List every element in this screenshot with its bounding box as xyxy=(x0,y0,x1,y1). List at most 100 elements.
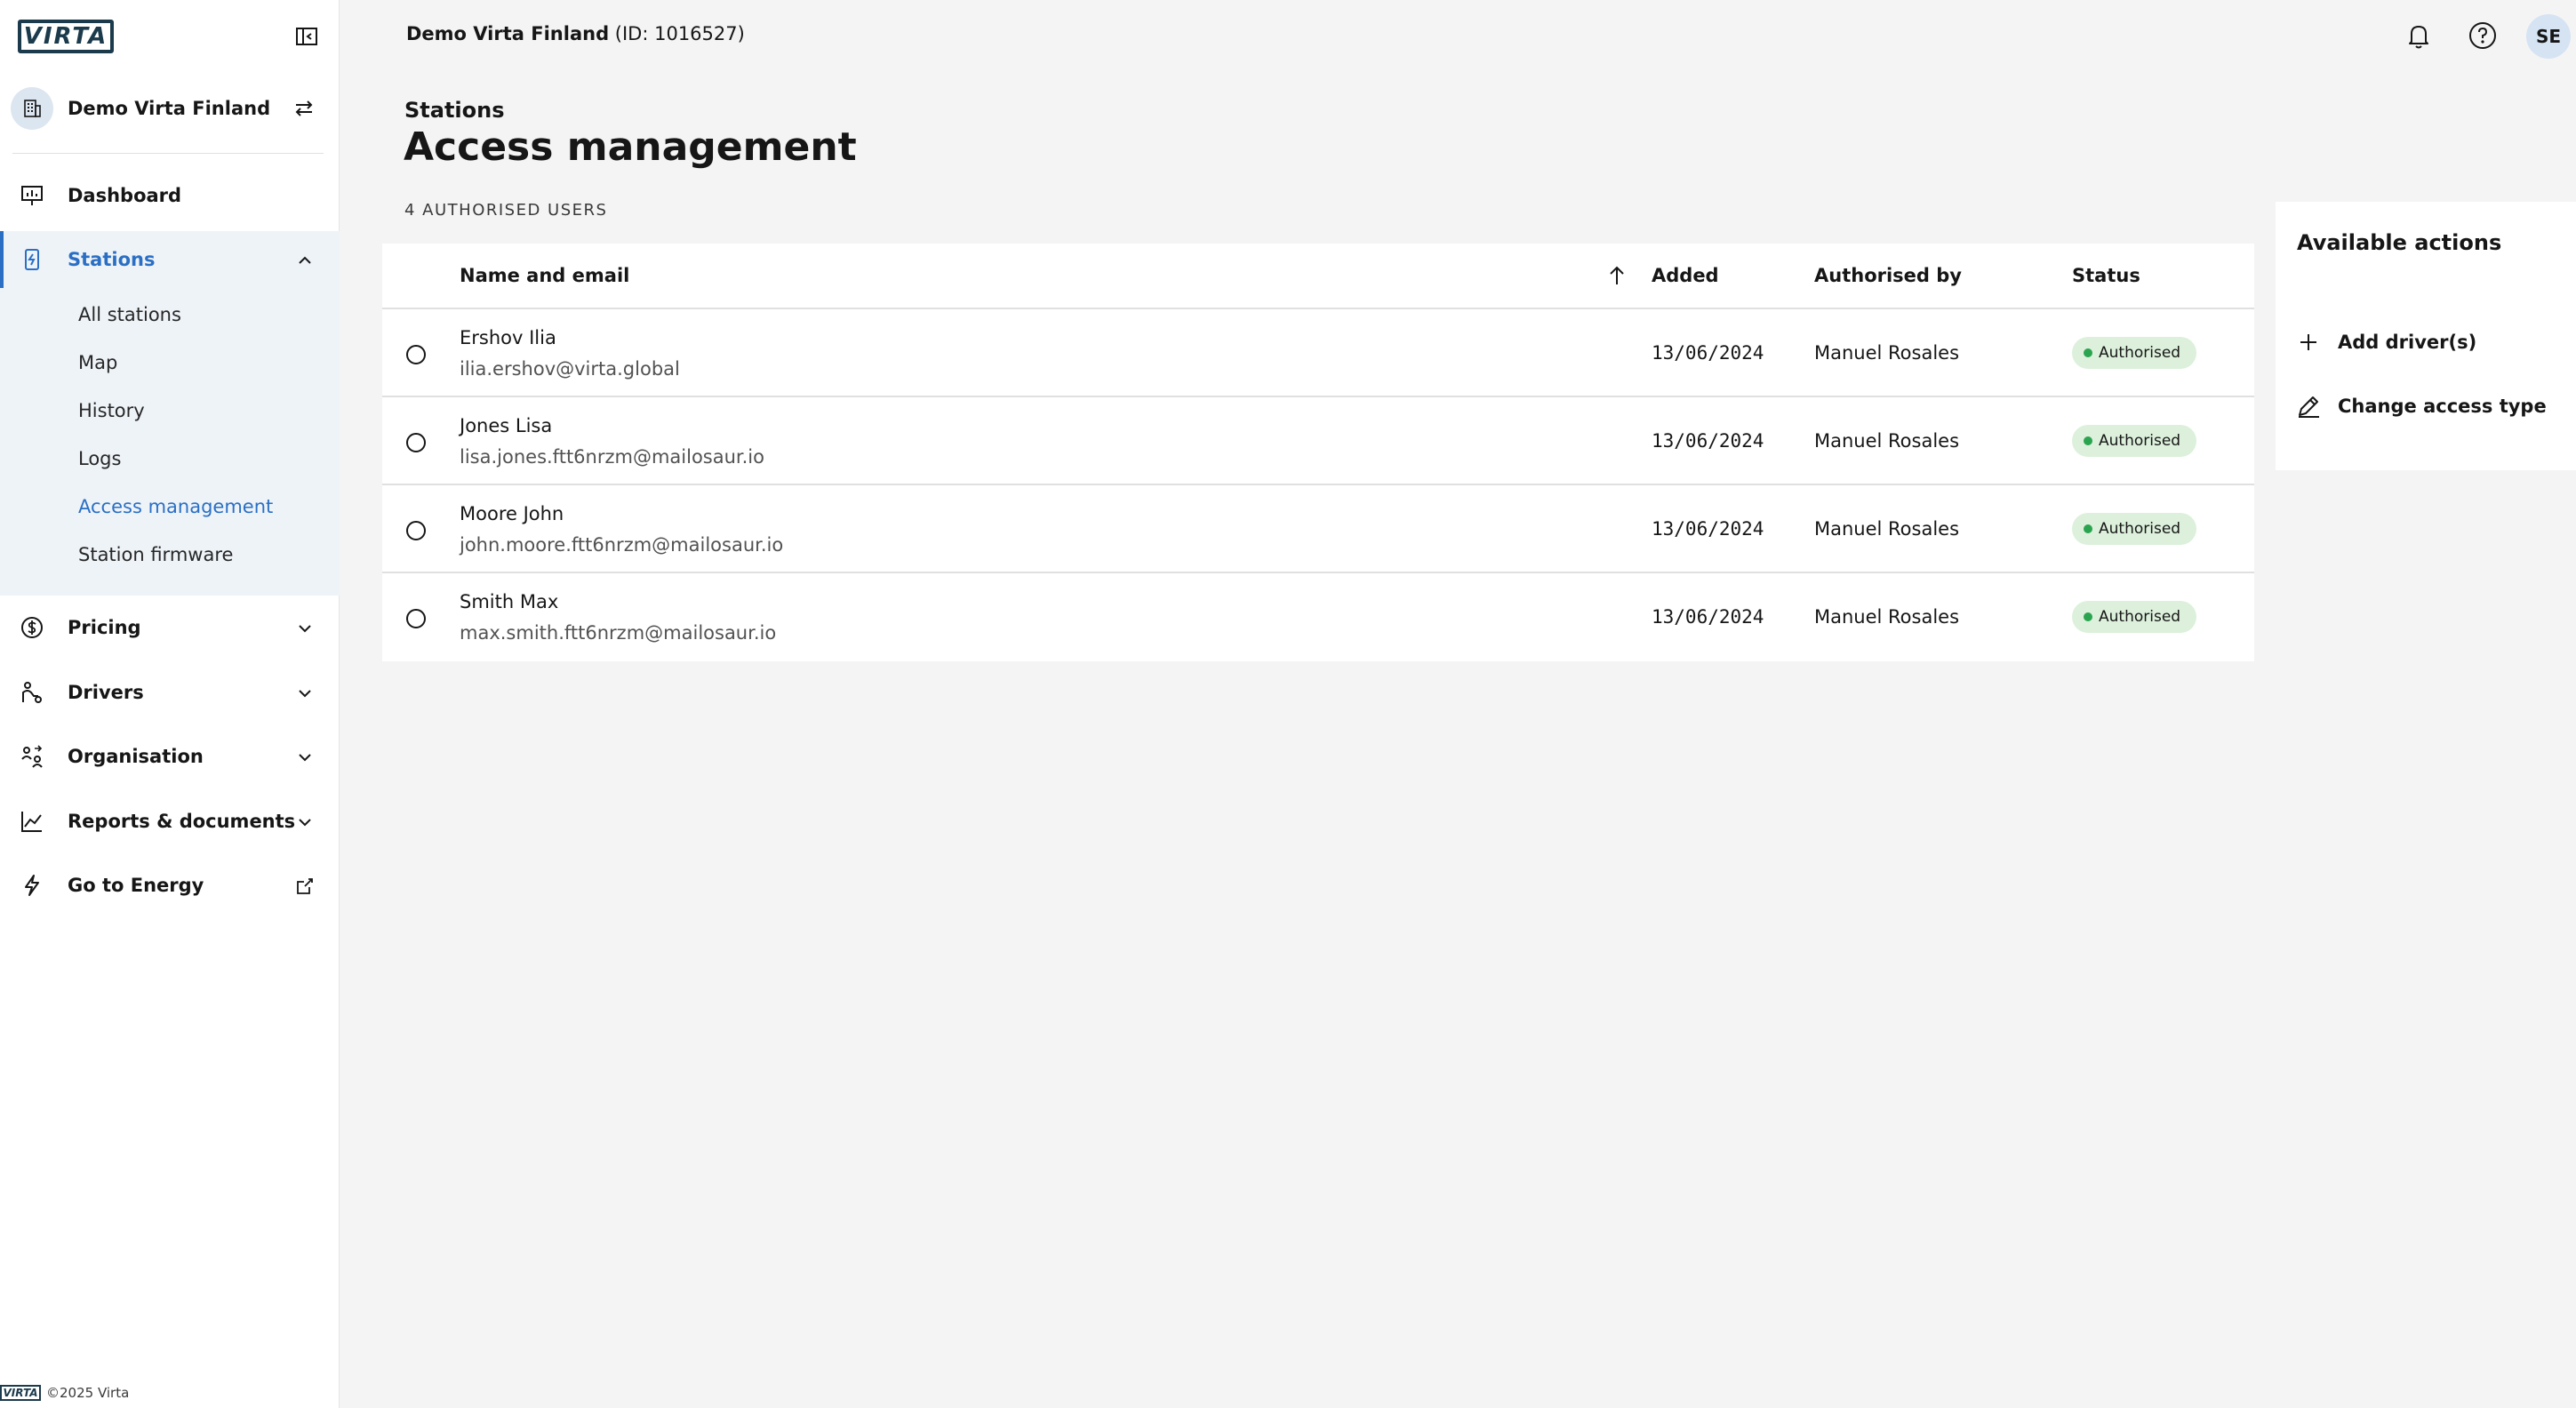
status-badge: Authorised xyxy=(2072,337,2197,369)
column-header-added[interactable]: Added xyxy=(1652,265,1719,286)
table-row[interactable]: Smith Max max.smith.ftt6nrzm@mailosaur.i… xyxy=(382,573,2254,661)
user-email: ilia.ershov@virta.global xyxy=(460,358,680,380)
actions-title: Available actions xyxy=(2297,230,2502,255)
column-header-status[interactable]: Status xyxy=(2072,265,2140,286)
sidebar-item-label: Go to Energy xyxy=(68,875,204,896)
org-selector[interactable]: Demo Virta Finland xyxy=(11,85,324,132)
sidebar-item-label: Organisation xyxy=(68,746,204,767)
user-name: Jones Lisa xyxy=(460,415,553,436)
sidebar-item-organisation[interactable]: Organisation xyxy=(0,728,340,785)
authorised-by: Manuel Rosales xyxy=(1814,430,1960,452)
page-title: Access management xyxy=(404,124,857,170)
available-actions-panel: Available actions Add driver(s) Change a… xyxy=(2276,202,2576,470)
header-org-name: Demo Virta Finland xyxy=(406,23,610,44)
sidebar-item-go-to-energy[interactable]: Go to Energy xyxy=(0,857,340,914)
sidebar-item-reports[interactable]: Reports & documents xyxy=(0,793,340,850)
chevron-down-icon[interactable] xyxy=(295,619,315,638)
status-badge: Authorised xyxy=(2072,425,2197,457)
sidebar-subitem-history[interactable]: History xyxy=(78,400,145,421)
driver-icon xyxy=(22,682,42,703)
plus-icon xyxy=(2300,334,2316,350)
sidebar-subitem-station-firmware[interactable]: Station firmware xyxy=(78,544,233,565)
authorised-by: Manuel Rosales xyxy=(1814,606,1960,628)
authorised-by: Manuel Rosales xyxy=(1814,518,1960,540)
header-org-id: (ID: 1016527) xyxy=(614,23,745,44)
chevron-down-icon[interactable] xyxy=(295,748,315,767)
collapse-sidebar-icon[interactable] xyxy=(293,23,320,50)
sort-ascending-icon[interactable] xyxy=(1604,263,1629,288)
user-name: Smith Max xyxy=(460,591,559,612)
sidebar: VIRTA Demo Virta Finland Dashboard Stati… xyxy=(0,0,340,1408)
pencil-icon xyxy=(2299,396,2319,418)
change-access-type-button[interactable]: Change access type xyxy=(2295,390,2547,422)
authorised-by: Manuel Rosales xyxy=(1814,342,1960,364)
table-header: Name and email Added Authorised by Statu… xyxy=(382,244,2254,309)
sidebar-subitem-map[interactable]: Map xyxy=(78,352,117,373)
added-date: 13/06/2024 xyxy=(1652,606,1764,628)
authorised-users-count: 4 AUTHORISED USERS xyxy=(404,201,608,220)
sidebar-subitem-access-management[interactable]: Access management xyxy=(78,496,273,517)
table-row[interactable]: Ershov Ilia ilia.ershov@virta.global 13/… xyxy=(382,309,2254,397)
user-name: Ershov Ilia xyxy=(460,327,556,348)
footer-logo-text: VIRTA xyxy=(3,1387,38,1399)
help-icon[interactable] xyxy=(2467,20,2499,52)
user-email: max.smith.ftt6nrzm@mailosaur.io xyxy=(460,622,777,644)
copyright-text: ©2025 Virta xyxy=(46,1385,130,1401)
add-drivers-label: Add driver(s) xyxy=(2338,332,2477,353)
status-badge: Authorised xyxy=(2072,601,2197,633)
column-header-authorised-by[interactable]: Authorised by xyxy=(1814,265,1962,286)
chevron-down-icon[interactable] xyxy=(295,684,315,703)
sidebar-item-stations[interactable]: Stations xyxy=(0,231,340,288)
change-access-type-label: Change access type xyxy=(2338,396,2547,417)
stations-nav-group: Stations All stations Map History Logs A… xyxy=(0,231,340,596)
user-initials: SE xyxy=(2535,26,2562,47)
sidebar-item-pricing[interactable]: Pricing xyxy=(0,599,340,656)
logo-text: VIRTA xyxy=(23,23,108,50)
added-date: 13/06/2024 xyxy=(1652,342,1764,364)
user-email: lisa.jones.ftt6nrzm@mailosaur.io xyxy=(460,446,764,468)
bell-icon[interactable] xyxy=(2403,20,2435,52)
chevron-up-icon[interactable] xyxy=(295,251,315,270)
sidebar-subitem-logs[interactable]: Logs xyxy=(78,448,121,469)
user-email: john.moore.ftt6nrzm@mailosaur.io xyxy=(460,534,784,556)
sidebar-footer: VIRTA ©2025 Virta xyxy=(0,1385,129,1401)
switch-org-icon[interactable] xyxy=(292,96,316,121)
building-icon xyxy=(11,87,53,130)
organisation-icon xyxy=(21,745,43,768)
org-name: Demo Virta Finland xyxy=(68,98,271,119)
row-select-radio[interactable] xyxy=(406,609,426,628)
sidebar-item-label: Reports & documents xyxy=(68,811,296,832)
added-date: 13/06/2024 xyxy=(1652,430,1764,452)
header-org-title: Demo Virta Finland (ID: 1016527) xyxy=(406,23,745,44)
sidebar-subitem-all-stations[interactable]: All stations xyxy=(78,304,181,325)
footer-logo: VIRTA xyxy=(0,1385,41,1401)
dollar-circle-icon xyxy=(21,617,43,638)
chart-line-icon xyxy=(21,812,42,832)
user-name: Moore John xyxy=(460,503,564,524)
external-link-icon[interactable] xyxy=(295,876,315,896)
status-badge: Authorised xyxy=(2072,513,2197,545)
column-header-name[interactable]: Name and email xyxy=(460,265,629,286)
chevron-down-icon[interactable] xyxy=(295,812,315,832)
charging-station-icon xyxy=(25,249,39,270)
sidebar-item-dashboard[interactable]: Dashboard xyxy=(0,167,340,224)
breadcrumb[interactable]: Stations xyxy=(404,98,505,123)
row-select-radio[interactable] xyxy=(406,521,426,540)
dashboard-icon xyxy=(21,186,43,205)
added-date: 13/06/2024 xyxy=(1652,518,1764,540)
table-row[interactable]: Jones Lisa lisa.jones.ftt6nrzm@mailosaur… xyxy=(382,397,2254,485)
access-table: Name and email Added Authorised by Statu… xyxy=(382,244,2254,661)
sidebar-divider xyxy=(12,153,324,154)
virta-logo[interactable]: VIRTA xyxy=(18,20,114,53)
sidebar-item-label: Drivers xyxy=(68,682,144,703)
sidebar-item-label: Stations xyxy=(68,249,156,270)
sidebar-item-drivers[interactable]: Drivers xyxy=(0,664,340,721)
row-select-radio[interactable] xyxy=(406,433,426,452)
table-row[interactable]: Moore John john.moore.ftt6nrzm@mailosaur… xyxy=(382,485,2254,573)
lightning-icon xyxy=(25,875,39,896)
sidebar-item-label: Pricing xyxy=(68,617,141,638)
user-avatar[interactable]: SE xyxy=(2526,14,2571,59)
sidebar-item-label: Dashboard xyxy=(68,185,182,206)
row-select-radio[interactable] xyxy=(406,345,426,364)
add-drivers-button[interactable]: Add driver(s) xyxy=(2295,326,2476,358)
